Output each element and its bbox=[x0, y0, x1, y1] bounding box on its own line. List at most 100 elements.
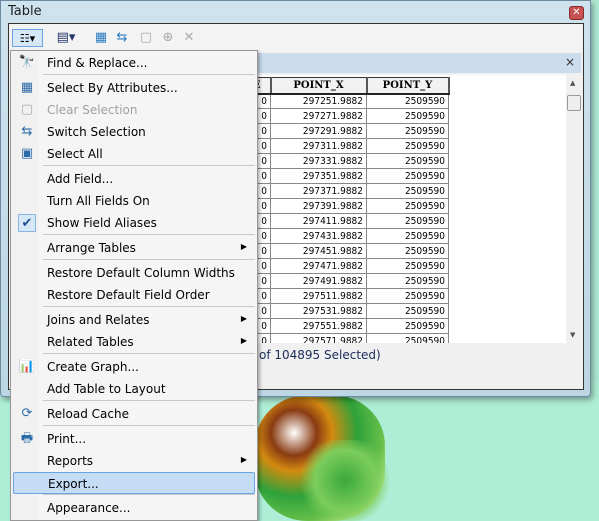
table-options-button[interactable]: ☷▾ bbox=[12, 29, 43, 47]
table-cell[interactable]: 297251.9882 bbox=[270, 93, 367, 109]
menu-item-add-table-to-layout[interactable]: Add Table to Layout bbox=[13, 378, 255, 400]
table-cell[interactable]: 2509590 bbox=[366, 138, 449, 154]
table-cell[interactable]: 297491.9882 bbox=[270, 273, 367, 289]
table-cell[interactable]: 297471.9882 bbox=[270, 258, 367, 274]
select-by-attributes-button[interactable]: ▦ bbox=[92, 29, 110, 47]
table-cell[interactable]: 2509590 bbox=[366, 258, 449, 274]
table-cell[interactable]: 2509590 bbox=[366, 93, 449, 109]
menu-item-label: Related Tables bbox=[47, 335, 134, 349]
delete-selected-button[interactable]: ✕ bbox=[180, 29, 198, 47]
menu-item-reload-cache[interactable]: ⟳ Reload Cache bbox=[13, 403, 255, 425]
column-header[interactable]: POINT_X bbox=[270, 77, 368, 95]
table-cell[interactable]: 2509590 bbox=[366, 108, 449, 124]
menu-item-related-tables[interactable]: Related Tables ▶ bbox=[13, 331, 255, 353]
submenu-arrow-icon: ▶ bbox=[240, 242, 247, 251]
table-cell[interactable]: 2509590 bbox=[366, 318, 449, 334]
table-cell[interactable]: 297451.9882 bbox=[270, 243, 367, 259]
refresh-icon: ⟳ bbox=[21, 406, 33, 421]
table-cell[interactable]: 297431.9882 bbox=[270, 228, 367, 244]
select-by-attributes-icon: ▦ bbox=[94, 30, 108, 45]
table-cell[interactable]: 2509590 bbox=[366, 198, 449, 214]
menu-item-label: Show Field Aliases bbox=[47, 216, 157, 230]
table-cell[interactable]: 2509590 bbox=[366, 168, 449, 184]
table-cell[interactable]: 297271.9882 bbox=[270, 108, 367, 124]
table-cell[interactable]: 297371.9882 bbox=[270, 183, 367, 199]
table-cell[interactable]: 2509590 bbox=[366, 273, 449, 289]
menu-item-find-replace[interactable]: 🔭 Find & Replace... bbox=[13, 52, 255, 74]
menu-separator bbox=[43, 400, 255, 401]
menu-item-restore-default-column-widths[interactable]: Restore Default Column Widths bbox=[13, 262, 255, 284]
table-cell[interactable]: 2509590 bbox=[366, 183, 449, 199]
table-options-icon: ☷▾ bbox=[19, 32, 36, 45]
menu-item-show-field-aliases[interactable]: ✔ Show Field Aliases bbox=[13, 212, 255, 234]
menu-item-label: Find & Replace... bbox=[47, 56, 148, 70]
menu-item-clear-selection[interactable]: ▢ Clear Selection bbox=[13, 99, 255, 121]
clear-selection-icon: ▢ bbox=[139, 30, 153, 45]
menu-item-appearance[interactable]: Appearance... bbox=[13, 497, 255, 519]
close-table-tab-button[interactable]: × bbox=[565, 55, 575, 69]
menu-item-label: Create Graph... bbox=[47, 360, 139, 374]
menu-item-label: Switch Selection bbox=[47, 125, 146, 139]
table-cell[interactable]: 297411.9882 bbox=[270, 213, 367, 229]
vertical-scrollbar[interactable]: ▲ ▼ bbox=[566, 75, 583, 343]
select-by-attributes-icon: ▦ bbox=[20, 80, 34, 95]
table-cell[interactable]: 2509590 bbox=[366, 243, 449, 259]
table-cell[interactable]: 2509590 bbox=[366, 228, 449, 244]
delete-selected-icon: ✕ bbox=[183, 30, 195, 45]
menu-item-turn-all-fields-on[interactable]: Turn All Fields On bbox=[13, 190, 255, 212]
submenu-arrow-icon: ▶ bbox=[240, 314, 247, 323]
scroll-up-arrow-icon[interactable]: ▲ bbox=[570, 79, 575, 87]
menu-item-select-by-attributes[interactable]: ▦ Select By Attributes... bbox=[13, 77, 255, 99]
menu-item-create-graph[interactable]: 📊 Create Graph... bbox=[13, 356, 255, 378]
menu-item-export[interactable]: Export... bbox=[13, 472, 255, 494]
table-cell[interactable]: 297531.9882 bbox=[270, 303, 367, 319]
menu-item-label: Appearance... bbox=[47, 501, 131, 515]
table-cell[interactable]: 297331.9882 bbox=[270, 153, 367, 169]
bar-chart-icon: 📊 bbox=[18, 359, 36, 374]
menu-item-joins-and-relates[interactable]: Joins and Relates ▶ bbox=[13, 309, 255, 331]
table-cell[interactable]: 297551.9882 bbox=[270, 318, 367, 334]
checkmark-icon: ✔ bbox=[18, 214, 36, 232]
menu-item-label: Select All bbox=[47, 147, 103, 161]
table-toolbar: ☷▾ ▤▾ ▦ ⇆ ▢ ⊕ ✕ bbox=[9, 24, 583, 52]
menu-item-label: Select By Attributes... bbox=[47, 81, 178, 95]
related-tables-button[interactable]: ▤▾ bbox=[53, 29, 79, 47]
zoom-to-selected-button[interactable]: ⊕ bbox=[159, 29, 177, 47]
menu-item-add-field[interactable]: Add Field... bbox=[13, 168, 255, 190]
table-cell[interactable]: 2509590 bbox=[366, 123, 449, 139]
table-cell[interactable]: 297511.9882 bbox=[270, 288, 367, 304]
table-cell[interactable]: 297351.9882 bbox=[270, 168, 367, 184]
menu-separator bbox=[43, 425, 255, 426]
table-cell[interactable]: 297311.9882 bbox=[270, 138, 367, 154]
menu-item-arrange-tables[interactable]: Arrange Tables ▶ bbox=[13, 237, 255, 259]
scroll-down-arrow-icon[interactable]: ▼ bbox=[570, 331, 575, 339]
menu-item-label: Clear Selection bbox=[47, 103, 138, 117]
table-cell[interactable]: 2509590 bbox=[366, 303, 449, 319]
zoom-to-selected-icon: ⊕ bbox=[162, 30, 174, 45]
menu-separator bbox=[43, 234, 255, 235]
menu-item-select-all[interactable]: ▣ Select All bbox=[13, 143, 255, 165]
menu-item-label: Reports bbox=[47, 454, 94, 468]
column-header[interactable]: POINT_Y bbox=[366, 77, 450, 95]
related-tables-icon: ▤▾ bbox=[56, 30, 76, 45]
table-options-menu: 🔭 Find & Replace... ▦ Select By Attributes.… bbox=[10, 50, 258, 521]
table-cell[interactable]: 2509590 bbox=[366, 333, 449, 343]
table-cell[interactable]: 2509590 bbox=[366, 153, 449, 169]
switch-selection-button[interactable]: ⇆ bbox=[113, 29, 131, 47]
switch-selection-icon: ⇆ bbox=[21, 124, 33, 139]
menu-item-print[interactable]: 🖶 Print... bbox=[13, 428, 255, 450]
table-cell[interactable]: 2509590 bbox=[366, 288, 449, 304]
table-cell[interactable]: 297291.9882 bbox=[270, 123, 367, 139]
menu-item-label: Print... bbox=[47, 432, 87, 446]
clear-selection-button[interactable]: ▢ bbox=[137, 29, 155, 47]
close-window-button[interactable]: ✕ bbox=[569, 6, 584, 20]
table-cell[interactable]: 2509590 bbox=[366, 213, 449, 229]
menu-item-restore-default-field-order[interactable]: Restore Default Field Order bbox=[13, 284, 255, 306]
menu-item-label: Joins and Relates bbox=[47, 313, 150, 327]
menu-item-reports[interactable]: Reports ▶ bbox=[13, 450, 255, 472]
table-cell[interactable]: 297571.9882 bbox=[270, 333, 367, 343]
menu-item-label: Add Table to Layout bbox=[47, 382, 166, 396]
table-cell[interactable]: 297391.9882 bbox=[270, 198, 367, 214]
menu-item-switch-selection[interactable]: ⇆ Switch Selection bbox=[13, 121, 255, 143]
scrollbar-thumb[interactable] bbox=[567, 95, 581, 111]
